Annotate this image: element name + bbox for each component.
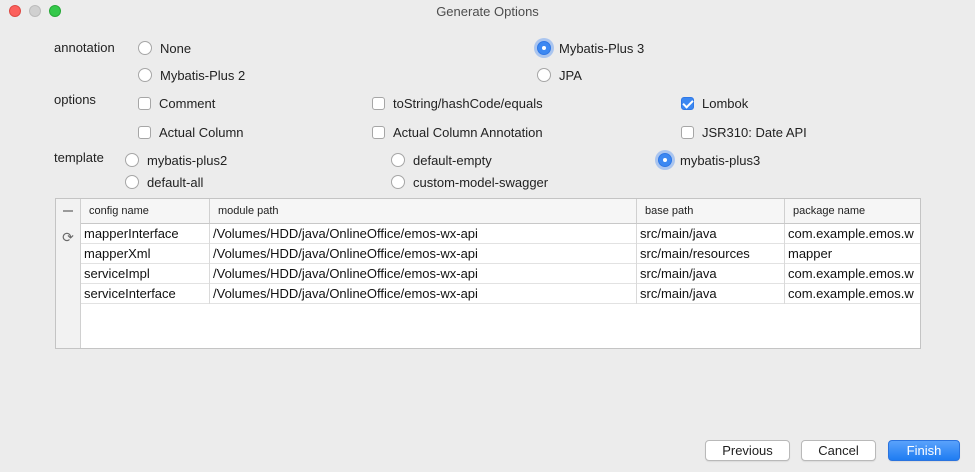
column-header-module-path[interactable]: module path <box>210 199 637 223</box>
cell-config-name[interactable]: mapperInterface <box>81 224 210 244</box>
cell-package-name[interactable]: com.example.emos.w <box>785 224 920 244</box>
radio-indicator <box>125 153 139 167</box>
radio-indicator <box>537 41 551 55</box>
template-radio-mybatis-plus2[interactable]: mybatis-plus2 <box>125 151 227 169</box>
checkbox-label: Lombok <box>702 95 749 111</box>
annotation-label: annotation <box>54 40 115 55</box>
cell-module-path[interactable]: /Volumes/HDD/java/OnlineOffice/emos-wx-a… <box>210 244 637 264</box>
checkbox-indicator <box>372 125 385 139</box>
checkbox-label: Actual Column Annotation <box>393 124 543 140</box>
table-row[interactable]: serviceInterface /Volumes/HDD/java/Onlin… <box>81 284 920 304</box>
previous-button[interactable]: Previous <box>705 440 790 461</box>
column-header-package-name[interactable]: package name <box>785 199 920 223</box>
refresh-icon[interactable]: ⟳ <box>60 230 76 246</box>
option-checkbox-actual-column-annotation[interactable]: Actual Column Annotation <box>372 123 543 141</box>
template-radio-default-all[interactable]: default-all <box>125 173 203 191</box>
checkbox-indicator <box>681 96 694 110</box>
checkbox-indicator <box>138 96 151 110</box>
table-header: config name module path base path packag… <box>81 199 920 224</box>
radio-label: mybatis-plus3 <box>680 152 761 168</box>
radio-indicator <box>138 68 152 82</box>
template-radio-mybatis-plus3[interactable]: mybatis-plus3 <box>658 151 760 169</box>
config-table: ⟳ config name module path base path pack… <box>55 198 921 349</box>
checkbox-indicator <box>681 125 694 139</box>
window-title: Generate Options <box>436 4 539 19</box>
minus-icon[interactable] <box>63 210 73 212</box>
option-checkbox-comment[interactable]: Comment <box>138 94 215 112</box>
option-checkbox-lombok[interactable]: Lombok <box>681 94 748 112</box>
radio-label: mybatis-plus2 <box>147 152 228 168</box>
checkbox-label: JSR310: Date API <box>702 124 807 140</box>
radio-indicator <box>138 41 152 55</box>
radio-label: default-empty <box>413 152 492 168</box>
template-radio-default-empty[interactable]: default-empty <box>391 151 492 169</box>
checkbox-indicator <box>372 96 385 110</box>
annotation-radio-none[interactable]: None <box>138 39 191 57</box>
cell-base-path[interactable]: src/main/java <box>637 284 785 304</box>
table-grid: config name module path base path packag… <box>81 199 920 348</box>
radio-label: custom-model-swagger <box>413 174 549 190</box>
template-label: template <box>54 150 104 165</box>
cell-base-path[interactable]: src/main/java <box>637 264 785 284</box>
cell-base-path[interactable]: src/main/java <box>637 224 785 244</box>
options-label: options <box>54 92 96 107</box>
title-bar: Generate Options <box>0 0 975 24</box>
checkbox-label: Actual Column <box>159 124 244 140</box>
cell-package-name[interactable]: com.example.emos.w <box>785 284 920 304</box>
cell-config-name[interactable]: serviceInterface <box>81 284 210 304</box>
radio-indicator <box>537 68 551 82</box>
cell-module-path[interactable]: /Volumes/HDD/java/OnlineOffice/emos-wx-a… <box>210 284 637 304</box>
option-checkbox-jsr310[interactable]: JSR310: Date API <box>681 123 807 141</box>
radio-label: JPA <box>559 67 582 83</box>
finish-button[interactable]: Finish <box>888 440 960 461</box>
radio-label: None <box>160 40 192 56</box>
annotation-radio-mybatis-plus-3[interactable]: Mybatis-Plus 3 <box>537 39 644 57</box>
radio-indicator <box>658 153 672 167</box>
annotation-radio-jpa[interactable]: JPA <box>537 66 582 84</box>
template-radio-custom-model-swagger[interactable]: custom-model-swagger <box>391 173 548 191</box>
checkbox-label: toString/hashCode/equals <box>393 95 543 111</box>
cell-module-path[interactable]: /Volumes/HDD/java/OnlineOffice/emos-wx-a… <box>210 264 637 284</box>
table-row[interactable]: serviceImpl /Volumes/HDD/java/OnlineOffi… <box>81 264 920 284</box>
option-checkbox-actual-column[interactable]: Actual Column <box>138 123 244 141</box>
annotation-radio-mybatis-plus-2[interactable]: Mybatis-Plus 2 <box>138 66 245 84</box>
cancel-button[interactable]: Cancel <box>801 440 876 461</box>
column-header-config-name[interactable]: config name <box>81 199 210 223</box>
table-toolbar: ⟳ <box>56 199 81 348</box>
radio-indicator <box>391 175 405 189</box>
cell-base-path[interactable]: src/main/resources <box>637 244 785 264</box>
checkbox-indicator <box>138 125 151 139</box>
cell-config-name[interactable]: serviceImpl <box>81 264 210 284</box>
cell-package-name[interactable]: mapper <box>785 244 920 264</box>
cell-config-name[interactable]: mapperXml <box>81 244 210 264</box>
radio-label: Mybatis-Plus 3 <box>559 40 645 56</box>
radio-label: Mybatis-Plus 2 <box>160 67 246 83</box>
cell-package-name[interactable]: com.example.emos.w <box>785 264 920 284</box>
radio-indicator <box>391 153 405 167</box>
radio-label: default-all <box>147 174 204 190</box>
option-checkbox-tostring[interactable]: toString/hashCode/equals <box>372 94 543 112</box>
cell-module-path[interactable]: /Volumes/HDD/java/OnlineOffice/emos-wx-a… <box>210 224 637 244</box>
radio-indicator <box>125 175 139 189</box>
checkbox-label: Comment <box>159 95 216 111</box>
table-row[interactable]: mapperInterface /Volumes/HDD/java/Online… <box>81 224 920 244</box>
column-header-base-path[interactable]: base path <box>637 199 785 223</box>
table-row[interactable]: mapperXml /Volumes/HDD/java/OnlineOffice… <box>81 244 920 264</box>
